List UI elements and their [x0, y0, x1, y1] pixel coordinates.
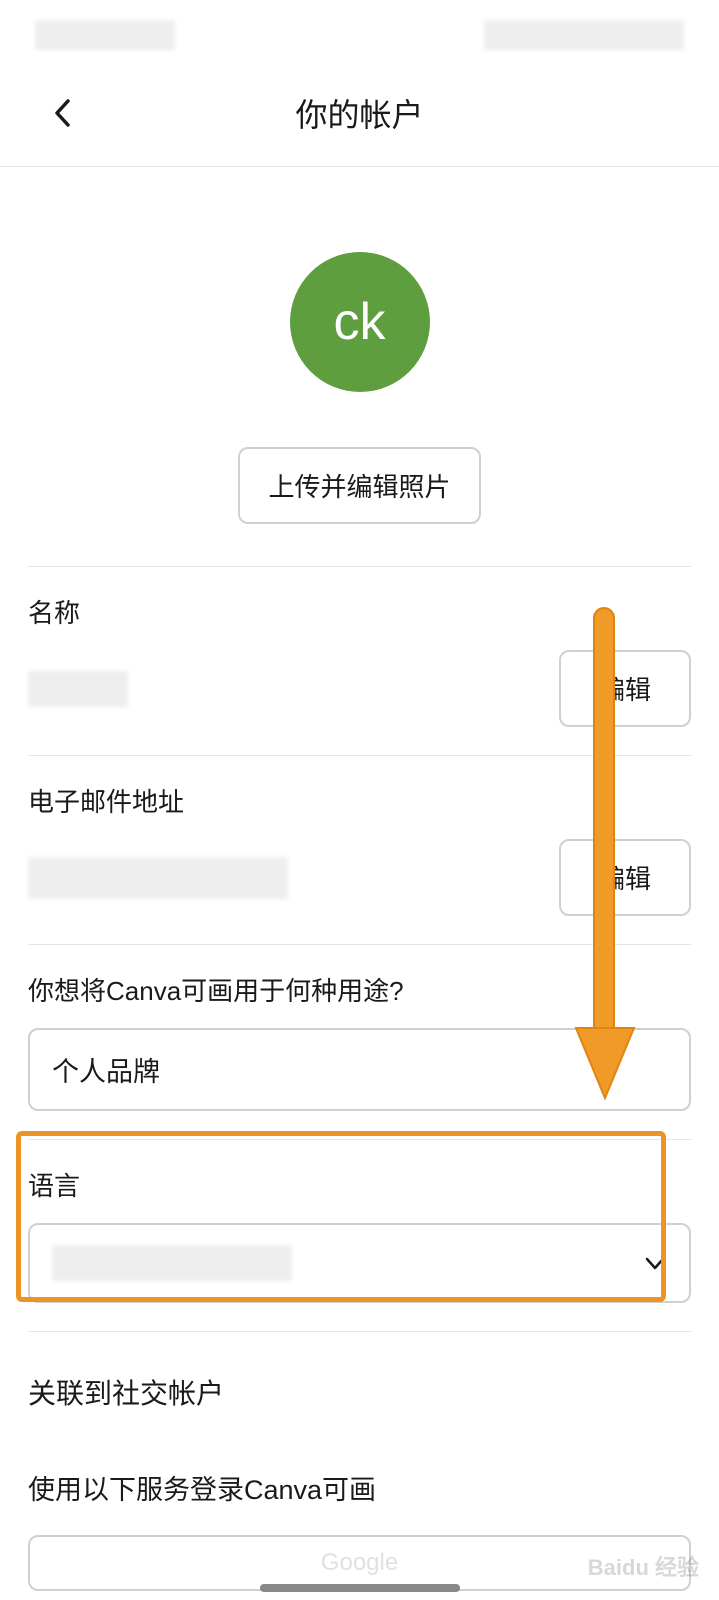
language-select[interactable] — [28, 1223, 691, 1303]
chevron-left-icon — [54, 99, 72, 127]
email-row: 编辑 — [28, 839, 691, 945]
usage-select[interactable]: 个人品牌 — [28, 1028, 691, 1111]
email-field-section: 电子邮件地址 编辑 — [0, 756, 719, 945]
language-field-section: 语言 — [0, 1140, 719, 1332]
chevron-down-icon — [643, 1251, 667, 1275]
name-value-redacted — [28, 671, 128, 707]
watermark: Baidu 经验 — [588, 1550, 699, 1582]
language-value-redacted — [52, 1245, 292, 1281]
status-redacted-right — [484, 20, 684, 50]
language-label: 语言 — [28, 1166, 691, 1203]
status-redacted-left — [35, 20, 175, 50]
name-row: 编辑 — [28, 650, 691, 756]
header: 你的帐户 — [0, 70, 719, 167]
avatar-section: ck 上传并编辑照片 — [0, 167, 719, 554]
usage-label: 你想将Canva可画用于何种用途? — [28, 971, 691, 1008]
home-indicator — [260, 1584, 460, 1592]
social-title: 关联到社交帐户 — [0, 1332, 719, 1412]
name-field-section: 名称 编辑 — [0, 567, 719, 756]
edit-email-button[interactable]: 编辑 — [559, 839, 691, 916]
back-button[interactable] — [48, 98, 78, 128]
usage-field-section: 你想将Canva可画用于何种用途? 个人品牌 — [0, 945, 719, 1140]
upload-photo-button[interactable]: 上传并编辑照片 — [238, 447, 480, 524]
name-label: 名称 — [28, 593, 691, 630]
avatar[interactable]: ck — [290, 252, 430, 392]
edit-name-button[interactable]: 编辑 — [559, 650, 691, 727]
status-bar — [0, 0, 719, 70]
usage-value: 个人品牌 — [52, 1050, 160, 1089]
google-label: Google — [321, 1549, 398, 1577]
email-value-redacted — [28, 857, 288, 899]
social-subtitle: 使用以下服务登录Canva可画 — [0, 1412, 719, 1507]
page-title: 你的帐户 — [30, 90, 689, 136]
email-label: 电子邮件地址 — [28, 782, 691, 819]
